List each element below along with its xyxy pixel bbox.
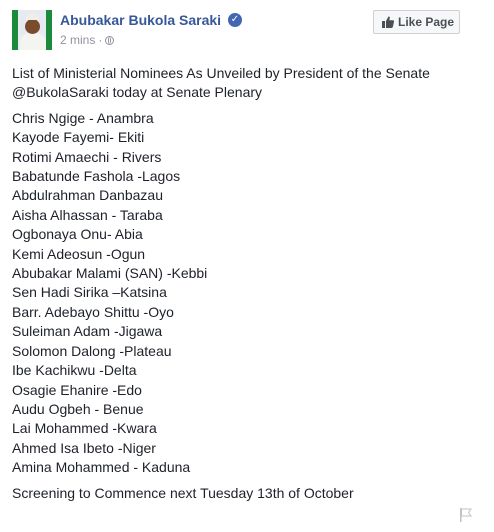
nominee-item: Chris Ngige - Anambra — [12, 109, 154, 126]
post-body: List of Ministerial Nominees As Unveiled… — [12, 64, 482, 503]
nominee-item: Abdulrahman Danbazau — [12, 187, 163, 204]
like-page-button[interactable]: Like Page — [373, 10, 460, 34]
intro-line: List of Ministerial Nominees As Unveiled… — [12, 65, 430, 81]
nominee-item: Sen Hadi Sirika –Katsina — [12, 284, 167, 301]
globe-icon[interactable] — [105, 36, 115, 45]
mention-link: @BukolaSaraki today at Senate Plenary — [12, 84, 263, 101]
post-timestamp[interactable]: 2 mins — [60, 33, 95, 47]
nominee-item: Kemi Adeosun -Ogun — [12, 245, 146, 262]
flag-icon[interactable] — [460, 508, 472, 522]
post-meta: 2 mins · — [60, 33, 115, 47]
nominee-list: Chris Ngige - Anambra Kayode Fayemi- Eki… — [12, 109, 482, 478]
like-page-label: Like Page — [398, 15, 455, 29]
intro-line: @BukolaSaraki today at Senate Plenary — [12, 83, 482, 102]
nominee-item: Ahmed Isa Ibeto -Niger — [12, 439, 156, 456]
nominee-item: Audu Ogbeh - Benue — [12, 400, 144, 417]
page-name-link[interactable]: Abubakar Bukola Saraki — [60, 12, 221, 28]
nominee-item: Babatunde Fashola -Lagos — [12, 168, 181, 185]
thumbs-up-icon — [382, 16, 394, 28]
avatar-flag-right — [46, 10, 52, 50]
nominee-item: Rotimi Amaechi - Rivers — [12, 148, 162, 165]
page-avatar[interactable] — [12, 10, 52, 50]
nominee-item: Osagie Ehanire -Edo — [12, 381, 142, 398]
nominee-item: Kayode Fayemi- Ekiti — [12, 129, 145, 146]
verified-badge-icon: ✓ — [228, 13, 242, 27]
post-intro: List of Ministerial Nominees As Unveiled… — [12, 64, 482, 103]
post-closing-line: Screening to Commence next Tuesday 13th … — [12, 484, 354, 501]
nominee-item: Solomon Dalong -Plateau — [12, 342, 172, 359]
facebook-post: Abubakar Bukola Saraki ✓ 2 mins · Like Pa… — [0, 0, 494, 532]
nominee-item: Aisha Alhassan - Taraba — [12, 206, 163, 223]
nominee-item: Barr. Adebayo Shittu -Oyo — [12, 303, 174, 320]
avatar-flag-left — [12, 10, 18, 50]
nominee-item: Suleiman Adam -Jigawa — [12, 323, 163, 340]
nominee-item: Abubakar Malami (SAN) -Kebbi — [12, 265, 208, 282]
nominee-item: Ogbonaya Onu- Abia — [12, 226, 143, 243]
meta-separator: · — [98, 33, 103, 47]
nominee-item: Ibe Kachikwu -Delta — [12, 362, 137, 379]
nominee-item: Lai Mohammed -Kwara — [12, 420, 157, 437]
nominee-item: Amina Mohammed - Kaduna — [12, 459, 191, 476]
